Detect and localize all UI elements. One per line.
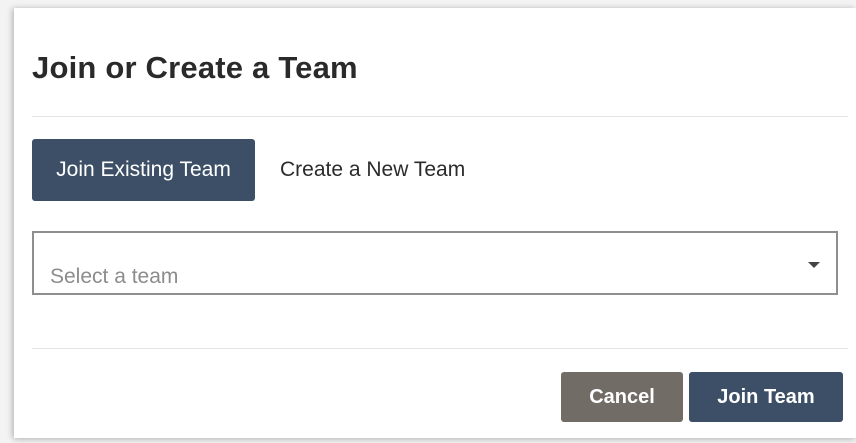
team-select-placeholder: Select a team	[50, 265, 179, 288]
cancel-button[interactable]: Cancel	[561, 372, 683, 422]
join-team-button[interactable]: Join Team	[689, 372, 843, 422]
dialog-title: Join or Create a Team	[32, 50, 358, 85]
join-create-team-dialog: Join or Create a Team Join Existing Team…	[14, 8, 856, 438]
chevron-down-icon	[808, 262, 820, 268]
tab-join-existing-team[interactable]: Join Existing Team	[32, 139, 255, 201]
footer-divider	[32, 348, 848, 349]
tab-create-new-team[interactable]: Create a New Team	[280, 139, 465, 201]
header-divider	[32, 116, 848, 117]
team-select-dropdown[interactable]: Select a team	[32, 231, 838, 295]
